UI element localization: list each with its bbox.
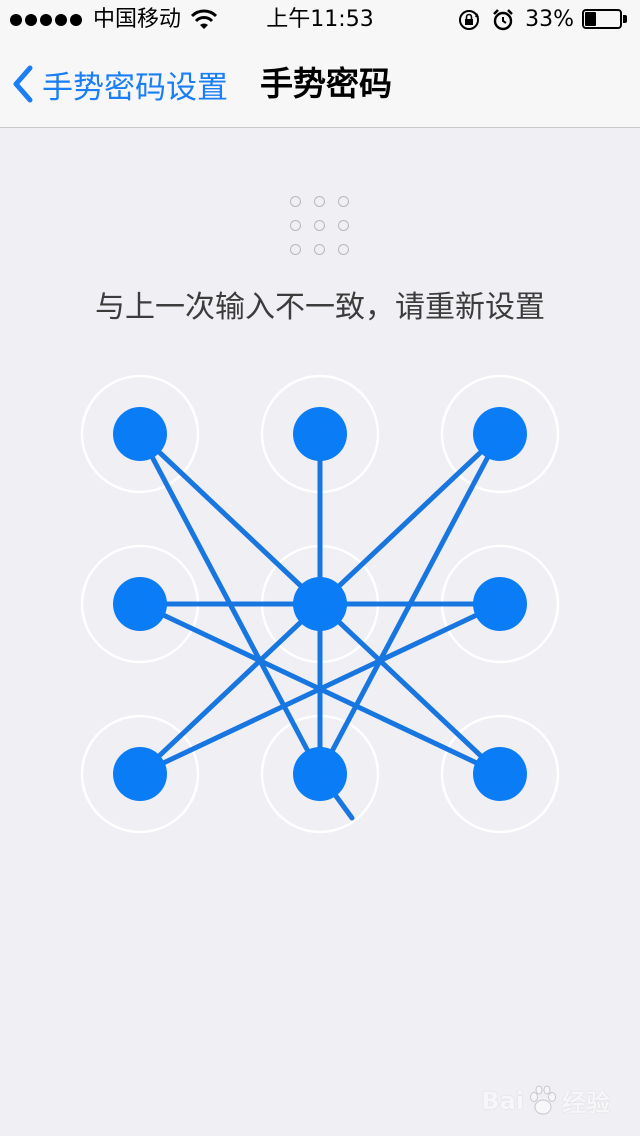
chevron-left-icon [13, 65, 33, 103]
watermark-brand-right: 经验 [562, 1089, 610, 1117]
preview-dot [290, 244, 301, 255]
status-bar: 中国移动 上午11:53 33% [0, 0, 640, 40]
preview-dot [338, 244, 349, 255]
preview-dot [290, 220, 301, 231]
baidu-watermark: Bai 经验 [481, 1083, 610, 1118]
gesture-pattern-pad[interactable] [0, 360, 640, 860]
pattern-preview-grid [290, 196, 350, 256]
signal-dot [40, 14, 52, 26]
preview-dot [290, 196, 301, 207]
preview-dot [314, 220, 325, 231]
carrier-name: 中国移动 [93, 7, 182, 32]
preview-dot [314, 244, 325, 255]
pattern-node[interactable] [293, 577, 347, 631]
signal-strength-icon [10, 14, 85, 26]
preview-dot [314, 196, 325, 207]
pattern-line [317, 601, 503, 777]
pattern-node[interactable] [473, 407, 527, 461]
rotation-lock-icon [459, 10, 480, 30]
watermark-brand-left: Bai [481, 1086, 524, 1115]
baidu-paw-icon [530, 1085, 556, 1114]
pattern-node[interactable] [293, 407, 347, 461]
back-label: 手势密码设置 [42, 69, 228, 106]
pattern-line [137, 601, 323, 777]
pattern-node[interactable] [113, 577, 167, 631]
pattern-line [317, 431, 503, 607]
pattern-line [137, 431, 323, 607]
preview-dot [338, 220, 349, 231]
alarm-icon [493, 9, 513, 31]
navigation-bar: 手势密码设置 手势密码 [0, 40, 640, 128]
battery-percent: 33% [525, 7, 574, 32]
error-message: 与上一次输入不一致，请重新设置 [95, 290, 545, 325]
signal-dot [10, 14, 22, 26]
pattern-node[interactable] [293, 747, 347, 801]
wifi-icon [191, 9, 218, 29]
pattern-node[interactable] [473, 747, 527, 801]
back-button[interactable]: 手势密码设置 [10, 40, 228, 128]
status-right: 33% [447, 6, 628, 34]
pattern-node[interactable] [473, 577, 527, 631]
signal-dot [55, 14, 67, 26]
signal-dot [25, 14, 37, 26]
pattern-node[interactable] [113, 747, 167, 801]
preview-dot [338, 196, 349, 207]
battery-icon [582, 9, 628, 31]
status-left: 中国移动 [10, 6, 218, 34]
page-title: 手势密码 [260, 64, 392, 103]
signal-dot [70, 14, 82, 26]
pattern-node[interactable] [113, 407, 167, 461]
